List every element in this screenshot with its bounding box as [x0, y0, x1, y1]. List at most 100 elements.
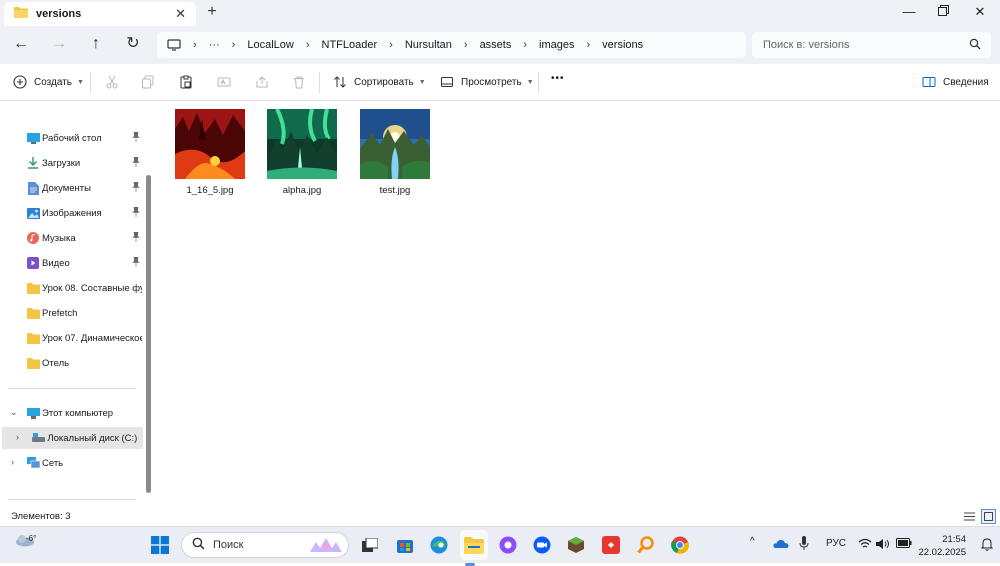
- file-item[interactable]: alpha.jpg: [257, 109, 347, 196]
- sidebar-item-desktop[interactable]: Рабочий стол: [0, 127, 143, 149]
- volume-icon[interactable]: [876, 538, 890, 553]
- breadcrumb-overflow[interactable]: ···: [209, 39, 220, 51]
- sidebar-item-folder[interactable]: Отель: [0, 352, 143, 374]
- battery-icon[interactable]: [896, 538, 912, 551]
- details-pane-button[interactable]: Сведения: [921, 74, 989, 90]
- tiles-view-button[interactable]: [981, 509, 996, 524]
- taskbar-search[interactable]: Поиск: [181, 532, 349, 558]
- sidebar-divider: [8, 388, 136, 389]
- sidebar-item-label: Отель: [42, 357, 70, 369]
- pin-icon[interactable]: [132, 181, 140, 195]
- magnifier-app-icon[interactable]: [636, 535, 656, 555]
- breadcrumb-item[interactable]: NTFLoader: [322, 39, 378, 51]
- copy-button[interactable]: [140, 74, 156, 90]
- pin-icon[interactable]: [132, 206, 140, 220]
- language-indicator[interactable]: РУС: [826, 538, 846, 549]
- file-item[interactable]: 1_16_5.jpg: [165, 109, 255, 196]
- sidebar-item-label: Локальный диск (C:): [47, 432, 138, 444]
- file-item[interactable]: test.jpg: [350, 109, 440, 196]
- notification-bell-icon[interactable]: [980, 538, 994, 556]
- cut-button[interactable]: [104, 74, 120, 90]
- close-tab-icon[interactable]: ✕: [175, 6, 186, 22]
- rename-button[interactable]: [216, 74, 232, 90]
- create-button[interactable]: Создать ▼: [12, 74, 84, 90]
- refresh-button[interactable]: ↻: [123, 35, 143, 53]
- store-icon[interactable]: [395, 535, 415, 555]
- tab-versions[interactable]: versions ✕: [4, 2, 196, 26]
- details-view-button[interactable]: [962, 509, 977, 524]
- sidebar-item-music[interactable]: Музыка: [0, 227, 143, 249]
- breadcrumb-item[interactable]: Nursultan: [405, 39, 452, 51]
- weather-widget[interactable]: -6°: [14, 531, 36, 549]
- pin-icon[interactable]: [132, 231, 140, 245]
- breadcrumb-item[interactable]: LocalLow: [247, 39, 293, 51]
- minimize-button[interactable]: —: [902, 4, 916, 19]
- onedrive-icon[interactable]: [773, 538, 789, 552]
- sidebar-item-pictures[interactable]: Изображения: [0, 202, 143, 224]
- sidebar-item-label: Сеть: [42, 457, 64, 469]
- search-icon: [192, 537, 205, 553]
- file-list: 1_16_5.jpg alpha.jpg test.jpg: [155, 101, 1000, 507]
- alice-icon[interactable]: [498, 535, 518, 555]
- chevron-down-icon[interactable]: ⌄: [10, 407, 18, 418]
- sidebar-item-this-pc[interactable]: ⌄ Этот компьютер: [0, 402, 143, 424]
- pin-icon[interactable]: [132, 156, 140, 170]
- back-button[interactable]: ←: [11, 35, 31, 53]
- taskbar: -6° Поиск ^ РУС 21:54 22.02.2025: [0, 526, 1000, 566]
- wifi-icon[interactable]: [858, 538, 872, 552]
- file-name: test.jpg: [379, 185, 411, 196]
- clock[interactable]: 21:54 22.02.2025: [918, 533, 966, 559]
- sort-button[interactable]: Сортировать ▼: [332, 74, 426, 90]
- chevron-right-icon[interactable]: ›: [11, 457, 14, 467]
- sidebar-item-local-disk[interactable]: › Локальный диск (C:): [2, 427, 143, 449]
- pin-icon[interactable]: [132, 131, 140, 145]
- breadcrumb[interactable]: › ··· › LocalLow › NTFLoader › Nursultan…: [157, 32, 746, 58]
- file-explorer-taskbar-icon[interactable]: [460, 530, 488, 566]
- list-icon: [964, 512, 975, 521]
- sidebar-scrollbar[interactable]: [146, 175, 151, 493]
- delete-button[interactable]: [291, 74, 307, 90]
- chevron-right-icon[interactable]: ›: [16, 432, 19, 442]
- pin-icon[interactable]: [132, 256, 140, 270]
- more-options-button[interactable]: •••: [551, 73, 565, 84]
- sidebar-item-folder[interactable]: Урок 07. Динамическое: [0, 327, 143, 349]
- sidebar-item-folder[interactable]: Prefetch: [0, 302, 143, 324]
- sidebar-item-video[interactable]: Видео: [0, 252, 143, 274]
- search-highlight-icon: [308, 536, 344, 557]
- chrome-icon[interactable]: [670, 535, 690, 555]
- sidebar-item-downloads[interactable]: Загрузки: [0, 152, 143, 174]
- breadcrumb-item-current[interactable]: versions: [602, 39, 643, 51]
- rename-icon: [216, 74, 232, 90]
- sidebar-item-network[interactable]: › Сеть: [0, 452, 143, 474]
- sidebar-item-label: Документы: [42, 182, 91, 194]
- new-tab-button[interactable]: +: [205, 3, 219, 21]
- chevron-right-icon: ›: [305, 39, 310, 51]
- breadcrumb-item[interactable]: assets: [480, 39, 512, 51]
- search-input[interactable]: Поиск в: versions: [752, 32, 991, 58]
- chevron-up-icon[interactable]: ^: [750, 536, 755, 547]
- paste-button[interactable]: [178, 74, 194, 90]
- file-name: 1_16_5.jpg: [186, 185, 234, 196]
- computer-icon: [167, 38, 181, 52]
- minecraft-icon[interactable]: [566, 535, 586, 555]
- microphone-icon[interactable]: [799, 536, 809, 554]
- forward-button[interactable]: →: [49, 35, 69, 53]
- maximize-button[interactable]: [936, 4, 950, 19]
- sidebar-item-label: Изображения: [42, 207, 102, 219]
- up-button[interactable]: ↑: [86, 35, 106, 53]
- sort-icon: [332, 74, 348, 90]
- close-window-button[interactable]: ✕: [973, 4, 987, 20]
- task-view-icon[interactable]: [360, 535, 380, 555]
- share-button[interactable]: [254, 74, 270, 90]
- anydesk-icon[interactable]: [601, 535, 621, 555]
- desktop-icon: [26, 131, 40, 145]
- sidebar-item-folder[interactable]: Урок 08. Составные фу: [0, 277, 143, 299]
- start-button[interactable]: [150, 535, 170, 555]
- edge-icon[interactable]: [429, 535, 449, 555]
- view-button[interactable]: Просмотреть ▼: [439, 74, 534, 90]
- zoom-icon[interactable]: [532, 535, 552, 555]
- documents-icon: [26, 181, 40, 195]
- sort-label: Сортировать: [354, 76, 414, 88]
- breadcrumb-item[interactable]: images: [539, 39, 574, 51]
- sidebar-item-documents[interactable]: Документы: [0, 177, 143, 199]
